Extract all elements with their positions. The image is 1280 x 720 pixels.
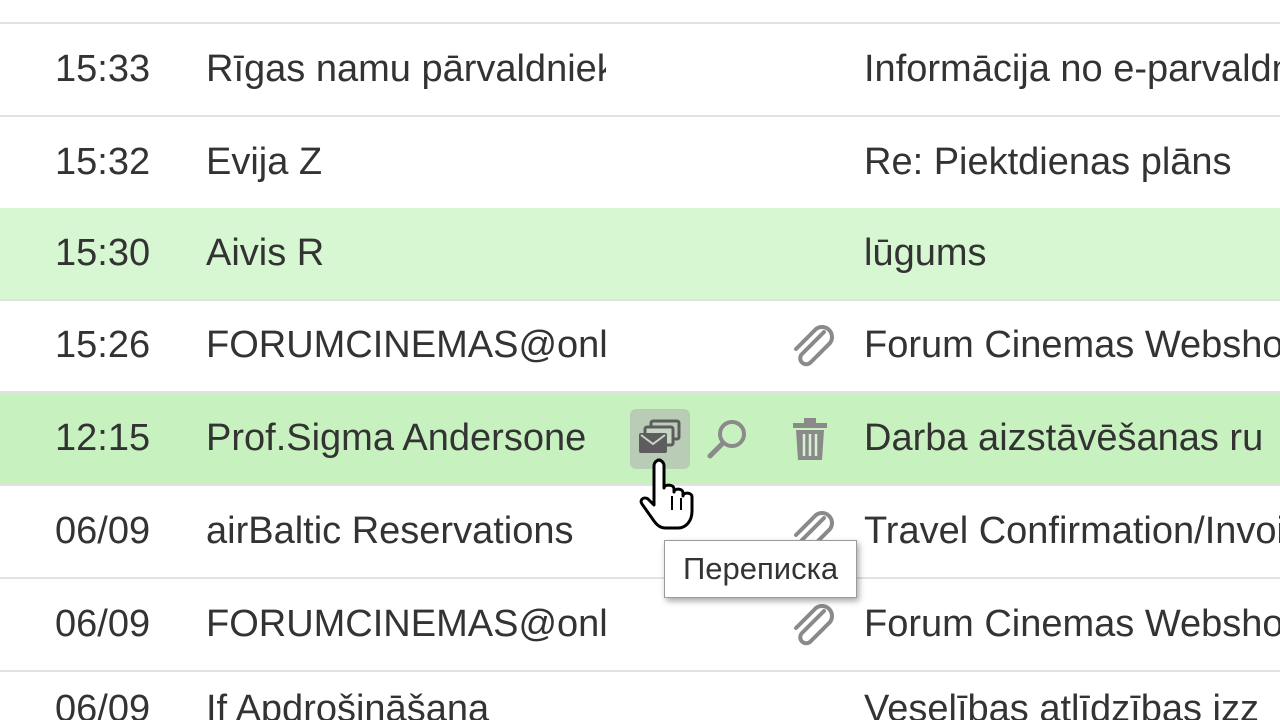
message-time: 06/09 <box>55 603 151 645</box>
message-sender: Evija Z <box>206 141 323 183</box>
search-conversation-button[interactable] <box>698 409 758 469</box>
message-sender: If Apdrošināšana <box>206 688 490 720</box>
message-subject: Forum Cinemas Webshop <box>864 603 1280 645</box>
message-row[interactable]: 15:32 Evija Z Re: Piektdienas plāns <box>0 117 1280 210</box>
message-subject: Travel Confirmation/Invoice <box>864 510 1280 552</box>
previous-row-edge <box>0 0 1280 24</box>
paperclip-icon <box>794 604 834 646</box>
message-subject: Forum Cinemas Webshop <box>864 324 1280 366</box>
trash-icon <box>793 418 827 460</box>
message-subject: Re: Piektdienas plāns <box>864 141 1232 183</box>
message-sender: Prof.Sigma Andersone <box>206 417 587 459</box>
hand-pointer-cursor <box>639 458 694 530</box>
message-list: 15:33 Rīgas namu pārvaldnieks Informācij… <box>0 0 1280 720</box>
message-time: 15:33 <box>55 48 151 90</box>
message-subject: Informācija no e-parvaldnieks <box>864 48 1280 90</box>
message-row[interactable]: 15:26 FORUMCINEMAS@online.lv Forum Cinem… <box>0 300 1280 393</box>
message-sender: FORUMCINEMAS@online.lv <box>206 324 606 366</box>
message-subject: Darba aizstāvēšanas ru <box>864 417 1264 459</box>
message-subject: lūgums <box>864 232 987 274</box>
message-row[interactable]: 06/09 FORUMCINEMAS@online.lv Forum Cinem… <box>0 579 1280 672</box>
message-row[interactable]: 06/09 If Apdrošināšana Veselības atlīdzī… <box>0 672 1280 720</box>
message-row[interactable]: 15:33 Rīgas namu pārvaldnieks Informācij… <box>0 24 1280 117</box>
message-time: 15:26 <box>55 324 151 366</box>
paperclip-icon <box>794 325 834 367</box>
message-sender: FORUMCINEMAS@online.lv <box>206 603 606 645</box>
delete-button[interactable] <box>780 409 840 469</box>
message-sender: airBaltic Reservations <box>206 510 574 552</box>
message-sender: Rīgas namu pārvaldnieks <box>206 48 606 90</box>
message-subject: Veselības atlīdzības izz <box>864 688 1259 720</box>
tooltip: Переписка <box>664 540 858 598</box>
conversation-icon <box>639 419 681 453</box>
message-row[interactable]: 15:30 Aivis R lūgums <box>0 208 1280 301</box>
message-time: 06/09 <box>55 688 151 720</box>
message-time: 15:30 <box>55 232 151 274</box>
message-time: 15:32 <box>55 141 151 183</box>
search-icon <box>707 420 746 459</box>
message-time: 12:15 <box>55 417 151 459</box>
message-sender: Aivis R <box>206 232 325 274</box>
message-time: 06/09 <box>55 510 151 552</box>
